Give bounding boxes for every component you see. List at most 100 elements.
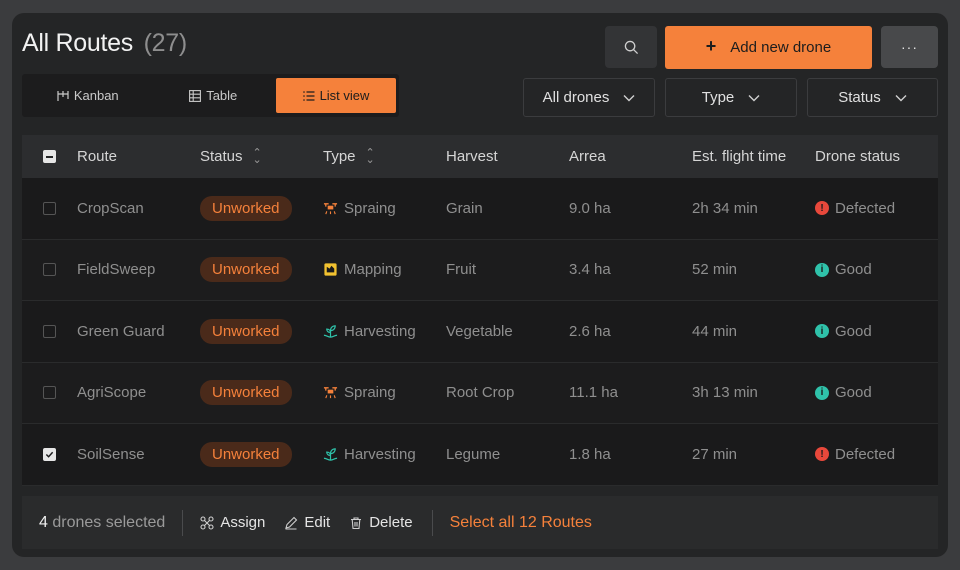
row-checkbox-cell bbox=[22, 201, 77, 215]
route-count: (27) bbox=[143, 29, 188, 57]
add-new-drone-button[interactable]: + Add new drone bbox=[665, 26, 872, 69]
table-row[interactable]: CropScan Unworked Spraing Grain 9.0 ha 2… bbox=[22, 178, 938, 240]
selected-count-label: drones selected bbox=[52, 513, 166, 531]
tab-kanban[interactable]: Kanban bbox=[25, 78, 151, 113]
edit-button[interactable]: Edit bbox=[284, 514, 330, 531]
spraying-drone-icon bbox=[323, 202, 338, 215]
table-row[interactable]: SoilSense Unworked Harvesting Legume 1.8… bbox=[22, 424, 938, 486]
type-text: Mapping bbox=[344, 261, 402, 279]
alert-icon: ! bbox=[815, 201, 829, 216]
row-checkbox[interactable] bbox=[43, 263, 56, 277]
drone-status-text: Defected bbox=[835, 445, 896, 463]
route-name-text: SoilSense bbox=[77, 445, 145, 463]
flight-time-cell: 2h 34 min bbox=[692, 200, 815, 217]
column-drone-status-label: Drone status bbox=[815, 148, 901, 165]
harvest-plant-icon bbox=[323, 325, 338, 338]
drone-status-text: Good bbox=[835, 261, 872, 279]
alert-icon: ! bbox=[815, 447, 829, 462]
area-cell: 3.4 ha bbox=[569, 261, 692, 278]
column-area: Arrea bbox=[569, 148, 692, 165]
info-icon: i bbox=[815, 385, 829, 400]
table-row[interactable]: AgriScope Unworked Spraing Root Crop 11.… bbox=[22, 362, 938, 424]
status-badge: Unworked bbox=[200, 380, 292, 406]
flight-time-cell: 44 min bbox=[692, 323, 815, 340]
select-all-link[interactable]: Select all 12 Routes bbox=[450, 514, 592, 532]
harvest-cell: Root Crop bbox=[446, 384, 569, 401]
routes-table: Route Status ⌃ ⌄ Type ⌃ ⌄ Harvest Arrea Es… bbox=[22, 135, 938, 486]
column-route-label: Route bbox=[77, 148, 118, 165]
column-drone-status: Drone status bbox=[815, 148, 938, 165]
plus-icon: + bbox=[705, 36, 717, 56]
drone-status-cell: ! Defected bbox=[815, 200, 938, 217]
harvest-cell: Fruit bbox=[446, 261, 569, 278]
search-button[interactable] bbox=[605, 26, 657, 68]
flight-time-cell: 52 min bbox=[692, 261, 815, 278]
type-cell: Harvesting bbox=[323, 446, 446, 463]
filter-status[interactable]: Status bbox=[807, 78, 938, 117]
assign-button[interactable]: Assign bbox=[200, 514, 265, 531]
area-text: 9.0 ha bbox=[569, 199, 611, 217]
more-options-button[interactable]: ··· bbox=[881, 26, 938, 68]
view-switcher: Kanban Table List view bbox=[22, 74, 399, 117]
type-cell: Harvesting bbox=[323, 323, 446, 340]
column-harvest-label: Harvest bbox=[446, 148, 498, 165]
status-badge: Unworked bbox=[200, 318, 292, 344]
column-status[interactable]: Status ⌃ ⌄ bbox=[200, 146, 323, 166]
delete-button[interactable]: Delete bbox=[349, 514, 413, 531]
column-status-label: Status bbox=[200, 148, 243, 165]
table-icon bbox=[189, 89, 202, 102]
tab-table-label: Table bbox=[206, 88, 238, 103]
area-text: 1.8 ha bbox=[569, 445, 611, 463]
harvest-text: Grain bbox=[446, 199, 483, 217]
table-header: Route Status ⌃ ⌄ Type ⌃ ⌄ Harvest Arrea Es… bbox=[22, 135, 938, 178]
row-checkbox[interactable] bbox=[43, 447, 56, 461]
filter-type[interactable]: Type bbox=[665, 78, 797, 117]
tab-list-view[interactable]: List view bbox=[276, 78, 396, 113]
drone-status-cell: i Good bbox=[815, 323, 938, 340]
row-checkbox-cell bbox=[22, 263, 77, 277]
tab-list-view-label: List view bbox=[319, 88, 370, 103]
flight-time-text: 2h 34 min bbox=[692, 199, 758, 217]
row-checkbox[interactable] bbox=[43, 386, 56, 400]
route-name: SoilSense bbox=[77, 446, 200, 463]
column-route: Route bbox=[77, 148, 200, 165]
spraying-drone-icon bbox=[323, 387, 338, 399]
flight-time-cell: 3h 13 min bbox=[692, 384, 815, 401]
route-name: AgriScope bbox=[77, 384, 200, 401]
filter-all-drones-label: All drones bbox=[542, 89, 610, 106]
select-all-checkbox[interactable] bbox=[43, 150, 56, 163]
area-cell: 9.0 ha bbox=[569, 200, 692, 217]
table-row[interactable]: Green Guard Unworked Harvesting Vegetabl… bbox=[22, 301, 938, 363]
harvest-plant-icon bbox=[323, 448, 338, 461]
add-button-label: Add new drone bbox=[730, 39, 832, 56]
flight-time-text: 52 min bbox=[692, 261, 738, 279]
harvest-text: Fruit bbox=[446, 261, 476, 279]
table-row[interactable]: FieldSweep Unworked Mapping Fruit 3.4 ha… bbox=[22, 239, 938, 301]
tab-table[interactable]: Table bbox=[151, 78, 277, 113]
row-checkbox-cell bbox=[22, 447, 77, 461]
row-checkbox[interactable] bbox=[43, 324, 56, 338]
type-text: Spraing bbox=[344, 199, 396, 217]
route-name-text: AgriScope bbox=[77, 384, 147, 402]
status-badge: Unworked bbox=[200, 195, 292, 221]
filter-all-drones[interactable]: All drones bbox=[523, 78, 655, 117]
divider bbox=[182, 509, 184, 536]
page-title: All Routes (27) bbox=[22, 29, 187, 58]
row-checkbox-cell bbox=[22, 386, 77, 400]
type-text: Spraing bbox=[344, 384, 396, 402]
sort-icon: ⌃ ⌄ bbox=[252, 146, 262, 166]
row-checkbox[interactable] bbox=[43, 201, 56, 215]
drone-status-text: Good bbox=[835, 322, 872, 340]
route-name: Green Guard bbox=[77, 323, 200, 340]
delete-label: Delete bbox=[369, 514, 413, 531]
route-name: CropScan bbox=[77, 200, 200, 217]
area-cell: 2.6 ha bbox=[569, 323, 692, 340]
flight-time-text: 44 min bbox=[692, 322, 738, 340]
column-type[interactable]: Type ⌃ ⌄ bbox=[323, 147, 446, 165]
column-flight-time: Est. flight time bbox=[692, 148, 815, 165]
flight-time-text: 3h 13 min bbox=[692, 384, 758, 402]
assign-label: Assign bbox=[220, 514, 266, 531]
status-cell: Unworked bbox=[200, 318, 323, 344]
checkmark-icon bbox=[45, 451, 54, 458]
drone-status-cell: i Good bbox=[815, 261, 938, 278]
